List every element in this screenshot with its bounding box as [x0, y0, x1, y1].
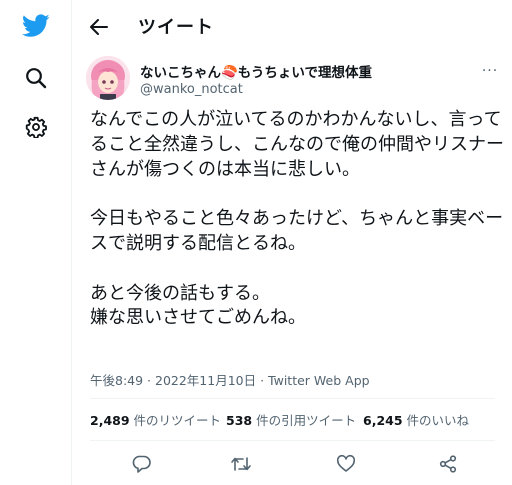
quotes-stat[interactable]: 538 件の引用ツイート [226, 410, 356, 429]
main-column: ツイート ないこちゃん🍣もうちょいで理想体重 @wanko_notcat · ··… [73, 0, 512, 485]
nav-rail [0, 0, 72, 485]
heart-icon [336, 454, 356, 472]
tweet-stats: 2,489 件のリツイート 538 件の引用ツイート 6,245 件のいいね [90, 410, 505, 432]
share-icon [439, 455, 457, 473]
arrow-left-icon [90, 19, 108, 35]
tweet-date[interactable]: 2022年11月10日 [155, 373, 256, 388]
twitter-bird-icon[interactable] [21, 11, 51, 41]
divider [90, 440, 495, 441]
retweets-label: 件のリツイート [129, 413, 222, 428]
likes-count: 6,245 [363, 413, 403, 428]
tweet-author: ないこちゃん🍣もうちょいで理想体重 @wanko_notcat ··· [73, 52, 512, 104]
divider [90, 398, 495, 399]
back-button[interactable] [85, 13, 113, 41]
quotes-count: 538 [226, 413, 253, 428]
more-options-button[interactable]: ··· [478, 61, 502, 81]
tweet-source[interactable]: Twitter Web App [268, 373, 370, 388]
likes-stat[interactable]: 6,245 件のいいね [363, 410, 469, 429]
top-bar: ツイート [73, 0, 512, 52]
tweet-page: ツイート ないこちゃん🍣もうちょいで理想体重 @wanko_notcat · ··… [0, 0, 512, 485]
retweets-stat[interactable]: 2,489 件のリツイート [90, 410, 221, 429]
gear-icon[interactable] [21, 112, 51, 142]
retweets-count: 2,489 [90, 413, 130, 428]
retweet-icon [231, 457, 251, 471]
tweet-time[interactable]: 午後8:49 [90, 373, 143, 388]
meta-separator: · [143, 373, 155, 388]
likes-label: 件のいいね [402, 413, 470, 428]
meta-separator: · [256, 373, 269, 388]
share-button[interactable] [436, 452, 460, 476]
author-username[interactable]: @wanko_notcat [140, 82, 243, 97]
reply-icon [132, 455, 151, 473]
quotes-label: 件の引用ツイート [252, 413, 357, 428]
reply-button[interactable] [130, 452, 154, 476]
like-button[interactable] [334, 452, 358, 476]
retweet-button[interactable] [229, 452, 253, 476]
author-display-name[interactable]: ないこちゃん🍣もうちょいで理想体重 [140, 61, 372, 81]
avatar[interactable] [86, 56, 130, 100]
tweet-text: なんでこの人が泣いてるのかわかんないし、言ってること全然違うし、こんなので俺の仲… [90, 109, 504, 329]
tweet-meta: 午後8:49 · 2022年11月10日 · Twitter Web App [90, 370, 505, 389]
search-icon[interactable] [21, 63, 51, 93]
tweet-actions [73, 450, 512, 478]
page-title: ツイート [138, 17, 214, 38]
